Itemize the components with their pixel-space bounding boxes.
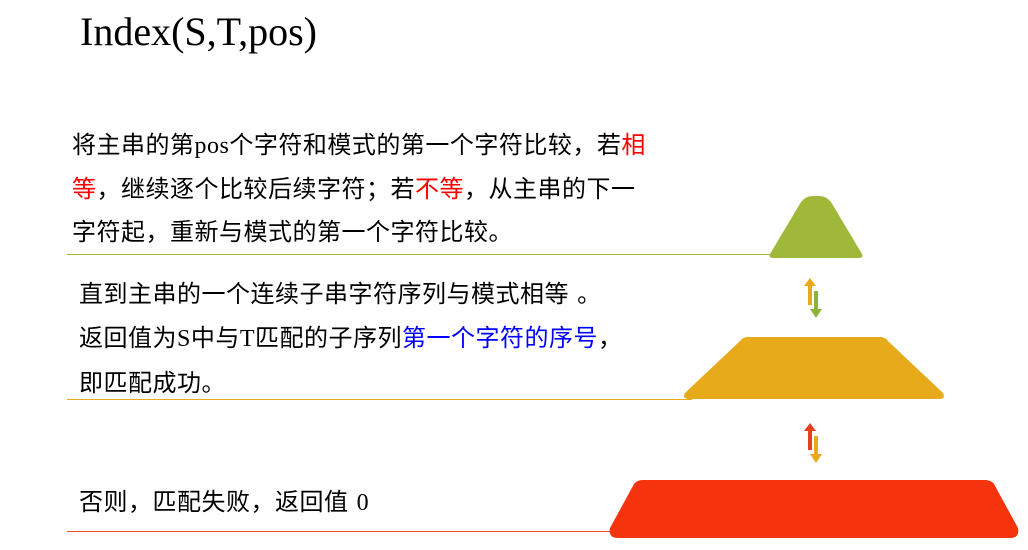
text-segment: 否则，匹配失败，返回值 xyxy=(79,488,357,516)
pyramid-middle-shape xyxy=(684,337,944,399)
pyramid-bottom-shape xyxy=(609,480,1019,538)
slide-title: Index(S,T,pos) xyxy=(80,9,317,54)
text-line: 否则，匹配失败，返回值 0 xyxy=(79,482,369,523)
text-line: 返回值为S中与T匹配的子序列第一个字符的序号， xyxy=(79,316,623,361)
text-segment: ，继续逐个比较后续字符；若 xyxy=(96,175,415,203)
step-1-text: 将主串的第pos个字符和模式的第一个字符比较，若相 等，继续逐个比较后续字符；若不… xyxy=(72,124,646,254)
pyramid-bottom-trapezoid xyxy=(609,480,1019,538)
text-segment: ， xyxy=(598,324,623,352)
step-3-text: 否则，匹配失败，返回值 0 xyxy=(79,482,369,523)
text-segment: 不等 xyxy=(415,175,464,203)
text-segment: 中与 xyxy=(190,324,240,352)
step-2-divider xyxy=(67,399,692,400)
text-line: 直到主串的一个连续子串字符序列与模式相等 。 xyxy=(79,272,623,316)
text-segment: 个字符和模式的第一个字符比较，若 xyxy=(229,131,622,159)
text-segment: pos xyxy=(194,133,230,159)
text-segment: 直到主串的一个连续子串字符序列与模式相等 。 xyxy=(79,280,602,308)
text-segment: 将主串的第 xyxy=(72,131,195,159)
text-segment: 相 xyxy=(621,131,646,159)
text-segment: 返回值为 xyxy=(79,324,177,352)
text-line: 字符起，重新与模式的第一个字符比较。 xyxy=(72,211,646,254)
text-segment: 等 xyxy=(72,175,97,203)
pyramid-top-shape xyxy=(769,196,863,258)
up-down-arrows-icon xyxy=(804,278,822,318)
text-segment: 即匹配成功。 xyxy=(79,369,226,397)
step-2-text: 直到主串的一个连续子串字符序列与模式相等 。返回值为S中与T匹配的子序列第一个字… xyxy=(79,272,623,405)
text-segment: T xyxy=(239,326,256,352)
text-line: 将主串的第pos个字符和模式的第一个字符比较，若相 xyxy=(72,124,646,168)
text-segment: S xyxy=(177,326,191,352)
text-segment: 第一个字符的序号 xyxy=(402,324,599,352)
text-segment: 0 xyxy=(356,490,370,516)
text-segment: ，从主串的下一 xyxy=(464,175,636,203)
up-down-arrows-icon xyxy=(804,423,822,463)
pyramid-middle-trapezoid xyxy=(684,337,944,399)
pyramid-top-triangle xyxy=(769,196,863,258)
text-segment: 匹配的子序列 xyxy=(255,324,403,352)
text-segment: 字符起，重新与模式的第一个字符比较。 xyxy=(72,218,513,246)
step-1-divider xyxy=(67,254,777,255)
text-line: 等，继续逐个比较后续字符；若不等，从主串的下一 xyxy=(72,168,646,211)
step-3-divider xyxy=(67,531,615,532)
